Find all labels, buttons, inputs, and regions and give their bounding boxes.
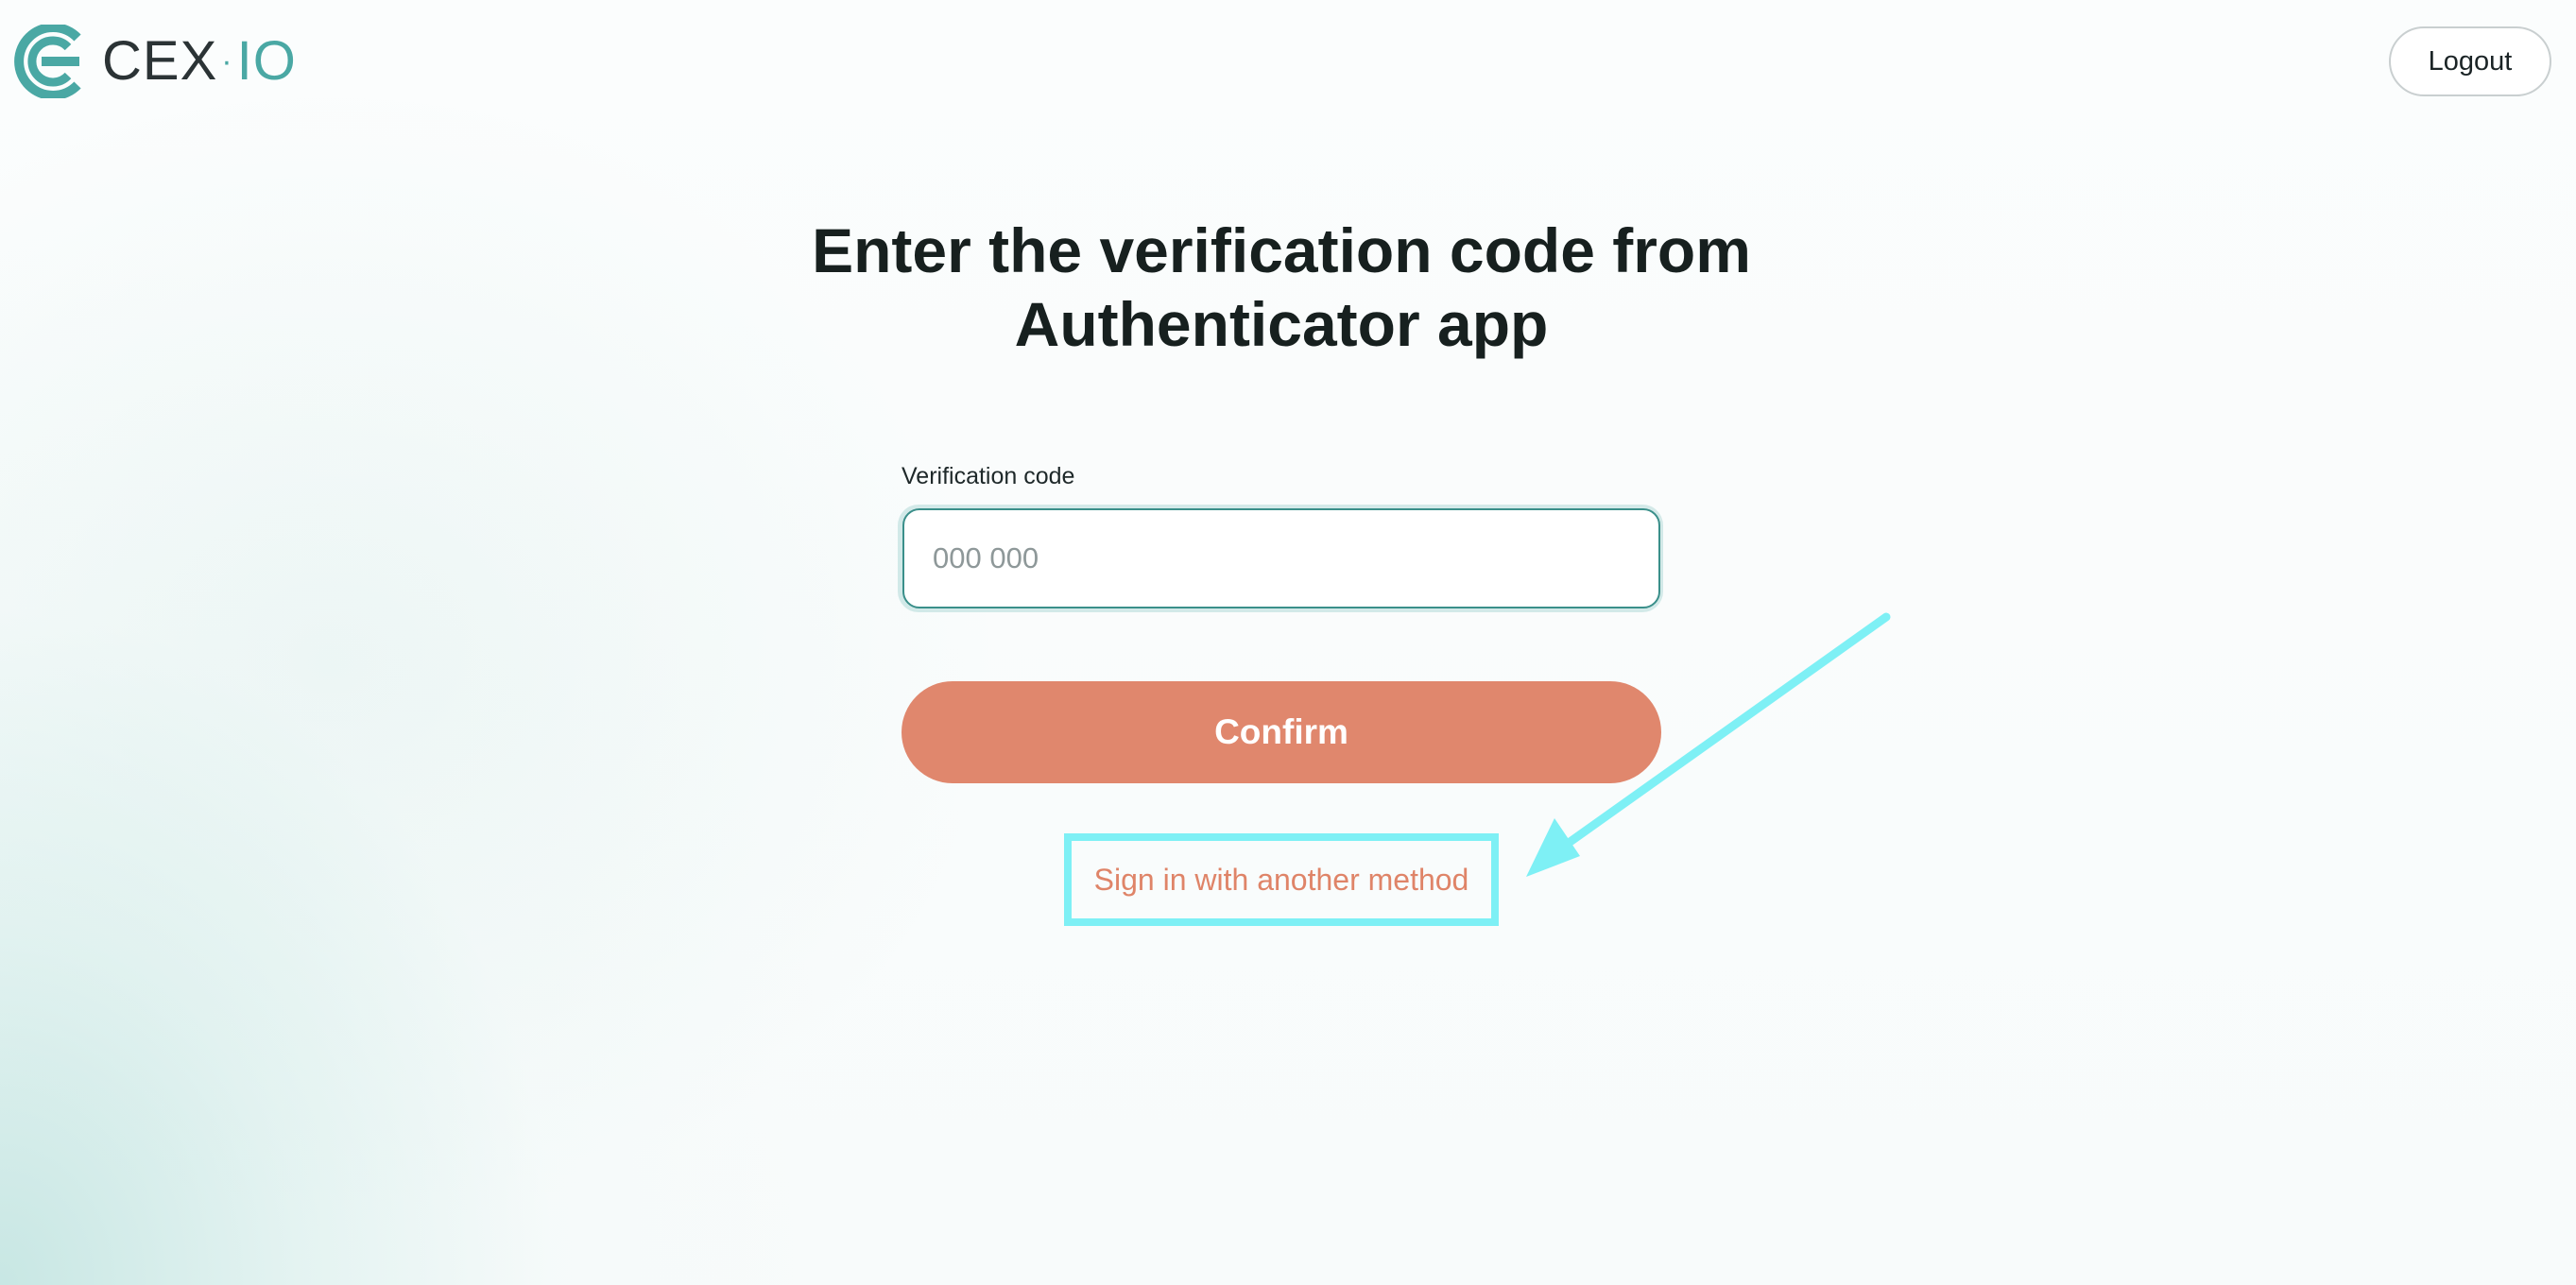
cex-io-logo-icon xyxy=(14,25,81,98)
confirm-button[interactable]: Confirm xyxy=(902,681,1661,783)
cex-io-logo[interactable]: CEX · IO xyxy=(9,25,297,98)
logo-text-suffix: IO xyxy=(236,30,297,92)
sign-in-another-method-link[interactable]: Sign in with another method xyxy=(1094,863,1469,898)
alt-method-highlight-box: Sign in with another method xyxy=(1064,833,1499,926)
logo-text-main: CEX xyxy=(102,30,218,92)
logo-text-separator: · xyxy=(221,43,233,79)
page-background xyxy=(0,0,2576,1285)
page-title-line-1: Enter the verification code from xyxy=(812,215,1751,285)
logo-wordmark: CEX · IO xyxy=(102,34,297,89)
logout-button[interactable]: Logout xyxy=(2389,26,2551,96)
page-title-line-2: Authenticator app xyxy=(1014,289,1549,359)
verification-code-input[interactable] xyxy=(902,508,1660,608)
page-title: Enter the verification code from Authent… xyxy=(0,214,2563,361)
verification-code-label: Verification code xyxy=(902,463,1075,489)
